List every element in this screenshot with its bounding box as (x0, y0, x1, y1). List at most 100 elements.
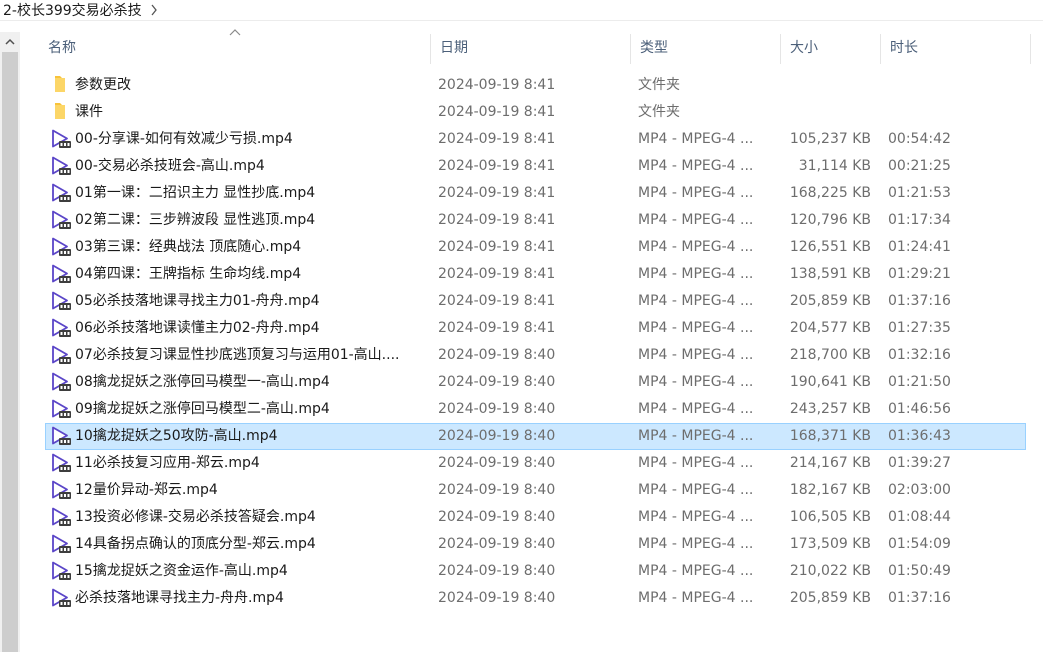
file-size: 168,225 KB (789, 185, 871, 201)
file-size: 205,859 KB (789, 590, 871, 606)
file-date: 2024-09-19 8:40 (438, 455, 556, 471)
file-row[interactable]: 15擒龙捉妖之资金运作-高山.mp4 2024-09-19 8:40 MP4 - M… (45, 558, 1026, 585)
column-header-row: 名称 日期 类型 大小 时长 (38, 29, 1031, 64)
column-header-duration-label: 时长 (890, 40, 918, 56)
file-type: MP4 - MPEG-4 ... (638, 347, 754, 363)
file-name: 10擒龙捉妖之50攻防-高山.mp4 (75, 428, 278, 444)
file-row[interactable]: 07必杀技复习课显性抄底逃顶复习与运用01-高山.... 2024-09-19 8… (45, 342, 1026, 369)
folder-icon (50, 75, 72, 95)
sort-ascending-icon (229, 29, 241, 36)
file-name: 07必杀技复习课显性抄底逃顶复习与运用01-高山.... (75, 347, 400, 363)
folder-row[interactable]: 课件 2024-09-19 8:41 文件夹 (45, 99, 1026, 126)
file-type: MP4 - MPEG-4 ... (638, 158, 754, 174)
video-file-icon (50, 318, 72, 338)
video-file-icon (50, 534, 72, 554)
chevron-right-icon[interactable] (150, 3, 160, 17)
file-date: 2024-09-19 8:40 (438, 590, 556, 606)
file-row[interactable]: 06必杀技落地课读懂主力02-舟舟.mp4 2024-09-19 8:41 MP4 … (45, 315, 1026, 342)
file-name: 04第四课：王牌指标 生命均线.mp4 (75, 266, 302, 282)
file-duration: 01:37:16 (888, 293, 951, 309)
column-header-name[interactable]: 名称 (38, 29, 430, 64)
column-divider[interactable] (1030, 34, 1031, 64)
file-row[interactable]: 03第三课：经典战法 顶底随心.mp4 2024-09-19 8:41 MP4 - … (45, 234, 1026, 261)
file-row[interactable]: 必杀技落地课寻找主力-舟舟.mp4 2024-09-19 8:40 MP4 - MP… (45, 585, 1026, 612)
file-row[interactable]: 02第二课：三步辨波段 显性逃顶.mp4 2024-09-19 8:41 MP4 -… (45, 207, 1026, 234)
video-file-icon (50, 399, 72, 419)
file-row[interactable]: 08擒龙捉妖之涨停回马模型一-高山.mp4 2024-09-19 8:40 MP4 … (45, 369, 1026, 396)
file-row[interactable]: 01第一课：二招识主力 显性抄底.mp4 2024-09-19 8:41 MP4 -… (45, 180, 1026, 207)
column-header-type[interactable]: 类型 (630, 34, 780, 64)
file-type: MP4 - MPEG-4 ... (638, 293, 754, 309)
file-duration: 01:21:53 (888, 185, 951, 201)
file-size: 120,796 KB (789, 212, 871, 228)
folder-icon (50, 102, 72, 122)
column-header-date[interactable]: 日期 (430, 34, 630, 64)
file-row[interactable]: 13投资必修课-交易必杀技答疑会.mp4 2024-09-19 8:40 MP4 -… (45, 504, 1026, 531)
file-size: 31,114 KB (798, 158, 871, 174)
video-file-icon (50, 129, 72, 149)
file-duration: 01:54:09 (888, 536, 951, 552)
file-duration: 01:46:56 (888, 401, 951, 417)
file-size: 168,371 KB (789, 428, 871, 444)
file-date: 2024-09-19 8:40 (438, 374, 556, 390)
file-date: 2024-09-19 8:41 (438, 239, 556, 255)
column-header-size[interactable]: 大小 (780, 34, 880, 64)
address-breadcrumb[interactable]: 2-校长399交易必杀技 (0, 0, 1043, 21)
file-size: 205,859 KB (789, 293, 871, 309)
scroll-up-button[interactable] (0, 32, 20, 50)
file-name: 00-分享课-如何有效减少亏损.mp4 (75, 131, 293, 147)
file-row[interactable]: 14具备拐点确认的顶底分型-郑云.mp4 2024-09-19 8:40 MP4 -… (45, 531, 1026, 558)
file-size: 173,509 KB (789, 536, 871, 552)
file-duration: 01:37:16 (888, 590, 951, 606)
folder-path[interactable]: 2-校长399交易必杀技 (0, 0, 142, 20)
file-type: MP4 - MPEG-4 ... (638, 320, 754, 336)
file-type: MP4 - MPEG-4 ... (638, 428, 754, 444)
file-row[interactable]: 04第四课：王牌指标 生命均线.mp4 2024-09-19 8:41 MP4 - … (45, 261, 1026, 288)
file-size: 190,641 KB (789, 374, 871, 390)
file-type: MP4 - MPEG-4 ... (638, 482, 754, 498)
file-row[interactable]: 12量价异动-郑云.mp4 2024-09-19 8:40 MP4 - MPEG-4… (45, 477, 1026, 504)
video-file-icon (50, 453, 72, 473)
column-header-duration[interactable]: 时长 (880, 34, 1030, 64)
file-date: 2024-09-19 8:40 (438, 563, 556, 579)
file-row[interactable]: 11必杀技复习应用-郑云.mp4 2024-09-19 8:40 MP4 - MPE… (45, 450, 1026, 477)
file-type: MP4 - MPEG-4 ... (638, 536, 754, 552)
file-size: 106,505 KB (789, 509, 871, 525)
file-type: 文件夹 (638, 77, 680, 93)
file-name: 12量价异动-郑云.mp4 (75, 482, 218, 498)
video-file-icon (50, 291, 72, 311)
file-type: MP4 - MPEG-4 ... (638, 212, 754, 228)
file-size (773, 100, 871, 125)
file-duration: 01:29:21 (888, 266, 951, 282)
file-date: 2024-09-19 8:40 (438, 428, 556, 444)
file-type: 文件夹 (638, 104, 680, 120)
folder-row[interactable]: 参数更改 2024-09-19 8:41 文件夹 (45, 72, 1026, 99)
vertical-scrollbar[interactable] (0, 32, 20, 652)
file-name: 05必杀技落地课寻找主力01-舟舟.mp4 (75, 293, 320, 309)
file-date: 2024-09-19 8:41 (438, 293, 556, 309)
file-type: MP4 - MPEG-4 ... (638, 266, 754, 282)
file-name: 课件 (75, 104, 103, 120)
file-type: MP4 - MPEG-4 ... (638, 374, 754, 390)
file-date: 2024-09-19 8:40 (438, 536, 556, 552)
file-row[interactable]: 05必杀技落地课寻找主力01-舟舟.mp4 2024-09-19 8:41 MP4 … (45, 288, 1026, 315)
file-row[interactable]: 09擒龙捉妖之涨停回马模型二-高山.mp4 2024-09-19 8:40 MP4 … (45, 396, 1026, 423)
file-row[interactable]: 10擒龙捉妖之50攻防-高山.mp4 2024-09-19 8:40 MP4 - M… (45, 423, 1026, 450)
file-size: 210,022 KB (789, 563, 871, 579)
file-size: 105,237 KB (789, 131, 871, 147)
scrollbar-thumb[interactable] (2, 52, 18, 652)
file-type: MP4 - MPEG-4 ... (638, 590, 754, 606)
file-name: 15擒龙捉妖之资金运作-高山.mp4 (75, 563, 288, 579)
column-header-name-label: 名称 (48, 40, 76, 56)
file-date: 2024-09-19 8:40 (438, 347, 556, 363)
file-duration: 01:08:44 (888, 509, 951, 525)
column-header-date-label: 日期 (440, 40, 468, 56)
file-row[interactable]: 00-交易必杀技班会-高山.mp4 2024-09-19 8:41 MP4 - MP… (45, 153, 1026, 180)
file-row[interactable]: 00-分享课-如何有效减少亏损.mp4 2024-09-19 8:41 MP4 - … (45, 126, 1026, 153)
video-file-icon (50, 156, 72, 176)
file-type: MP4 - MPEG-4 ... (638, 239, 754, 255)
file-date: 2024-09-19 8:40 (438, 482, 556, 498)
file-duration: 00:54:42 (888, 131, 951, 147)
file-size: 204,577 KB (789, 320, 871, 336)
video-file-icon (50, 372, 72, 392)
